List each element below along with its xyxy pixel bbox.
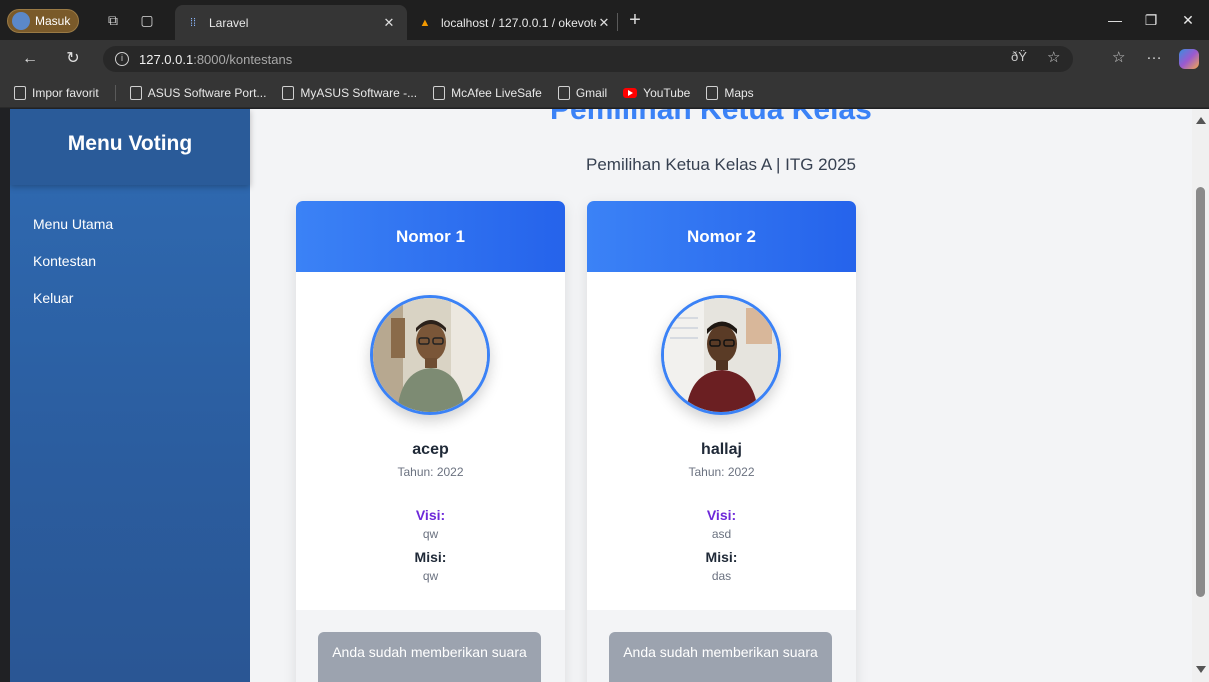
candidate-number: Nomor 1 xyxy=(296,201,565,272)
candidate-name: acep xyxy=(412,441,449,458)
already-voted-button[interactable]: Anda sudah memberikan suara xyxy=(318,632,541,682)
tab-title: localhost / 127.0.0.1 / okevote112 xyxy=(441,15,596,30)
tab-actions-icon[interactable]: ▢ xyxy=(138,11,156,29)
minimize-button[interactable]: — xyxy=(1101,8,1129,32)
close-icon[interactable]: ✕ xyxy=(381,15,397,31)
sidebar-item-keluar[interactable]: Keluar xyxy=(10,288,250,325)
sidebar-item-menu-utama[interactable]: Menu Utama xyxy=(10,214,250,251)
youtube-icon xyxy=(623,87,638,98)
candidate-card: Nomor 1 acep Tahun: 2022 Visi: qw Misi: … xyxy=(296,201,565,682)
page-subtitle-text: Pemilihan Ketua Kelas A | ITG 2025 xyxy=(586,155,856,174)
visi-value: asd xyxy=(711,527,732,541)
translate-icon[interactable]: ðŸ xyxy=(1011,49,1027,64)
visi-label: Visi: xyxy=(706,507,737,523)
candidate-photo xyxy=(661,295,781,415)
bookmarks-bar: Impor favorit ASUS Software Port... MyAS… xyxy=(0,78,1209,108)
address-bar-row: ← ↻ i 127.0.0.1 :8000/kontestans ðŸ ☆ ☆ … xyxy=(0,40,1209,78)
bookmark-label: Maps xyxy=(724,85,754,100)
copilot-icon[interactable] xyxy=(1179,49,1199,69)
page-icon xyxy=(129,85,142,100)
sidebar-item-kontestan[interactable]: Kontestan xyxy=(10,251,250,288)
profile-button[interactable]: Masuk xyxy=(7,9,80,33)
bookmark-impor-favorit[interactable]: Impor favorit xyxy=(14,85,99,100)
profile-label: Masuk xyxy=(35,14,71,28)
card-footer: Anda sudah memberikan suara xyxy=(587,610,856,682)
tab-divider xyxy=(617,13,618,31)
misi-value: das xyxy=(711,569,732,583)
bookmark-label: Gmail xyxy=(575,85,608,100)
candidate-name: hallaj xyxy=(701,441,742,458)
bookmark-gmail[interactable]: Gmail xyxy=(557,85,608,100)
page-icon xyxy=(433,85,446,100)
candidate-year: Tahun: 2022 xyxy=(397,465,464,479)
page-viewport: Menu Voting Menu Utama Kontestan Keluar … xyxy=(10,109,1192,682)
page-icon xyxy=(706,85,719,100)
candidate-number: Nomor 2 xyxy=(587,201,856,272)
scrollbar-thumb[interactable] xyxy=(1196,187,1205,597)
bookmark-maps[interactable]: Maps xyxy=(706,85,754,100)
laravel-icon: ⁞⁞ xyxy=(189,16,197,29)
close-window-button[interactable]: ✕ xyxy=(1174,8,1202,32)
visi-value: qw xyxy=(422,527,439,541)
back-button[interactable]: ← xyxy=(20,49,40,69)
misi-label: Misi: xyxy=(705,549,738,565)
bookmark-myasus[interactable]: MyASUS Software -... xyxy=(282,85,418,100)
bookmark-label: MyASUS Software -... xyxy=(300,85,418,100)
favorites-icon[interactable]: ☆ xyxy=(1112,48,1125,66)
bookmark-asus-software[interactable]: ASUS Software Port... xyxy=(129,85,267,100)
bookmark-divider xyxy=(114,84,116,101)
bookmark-label: ASUS Software Port... xyxy=(147,85,267,100)
sidebar-nav: Menu Utama Kontestan Keluar xyxy=(10,185,250,325)
avatar-icon xyxy=(12,12,30,30)
page-title: Pemilihan Ketua Kelas xyxy=(550,109,872,126)
url-bar[interactable]: i 127.0.0.1 :8000/kontestans xyxy=(103,46,1073,72)
refresh-button[interactable]: ↻ xyxy=(63,49,83,69)
url-path: :8000/kontestans xyxy=(193,51,293,67)
tab-phpmyadmin[interactable]: ▲ localhost / 127.0.0.1 / okevote112 ✕ xyxy=(407,5,622,40)
candidate-year: Tahun: 2022 xyxy=(688,465,755,479)
already-voted-button[interactable]: Anda sudah memberikan suara xyxy=(609,632,832,682)
phpmyadmin-icon: ▲ xyxy=(419,16,431,29)
misi-value: qw xyxy=(422,569,439,583)
page-icon xyxy=(557,85,570,100)
scroll-down-icon[interactable] xyxy=(1196,666,1206,673)
misi-label: Misi: xyxy=(414,549,447,565)
sidebar-title: Menu Voting xyxy=(10,109,250,185)
url-host: 127.0.0.1 xyxy=(139,51,194,67)
page-subtitle: Pemilihan Ketua Kelas A | ITG 2025 xyxy=(250,155,1192,175)
new-tab-button[interactable]: + xyxy=(624,10,646,32)
main-content: Pemilihan Ketua Kelas Pemilihan Ketua Ke… xyxy=(250,109,1192,682)
bookmark-label: McAfee LiveSafe xyxy=(451,85,542,100)
more-options-icon[interactable]: … xyxy=(1146,46,1162,64)
tab-title: Laravel xyxy=(209,15,249,30)
sidebar: Menu Voting Menu Utama Kontestan Keluar xyxy=(10,109,250,682)
bookmark-label: Impor favorit xyxy=(32,85,99,100)
bookmark-mcafee[interactable]: McAfee LiveSafe xyxy=(433,85,542,100)
bookmark-label: YouTube xyxy=(643,85,691,100)
page-scrollbar[interactable] xyxy=(1192,109,1209,682)
candidate-photo xyxy=(370,295,490,415)
restore-button[interactable]: ❐ xyxy=(1137,8,1165,32)
candidate-card: Nomor 2 hallaj Tahun: 2022 Visi: asd Mis… xyxy=(587,201,856,682)
bookmark-youtube[interactable]: YouTube xyxy=(623,86,690,100)
favorite-star-icon[interactable]: ☆ xyxy=(1047,48,1060,66)
close-icon[interactable]: ✕ xyxy=(596,15,612,31)
scroll-up-icon[interactable] xyxy=(1196,117,1206,124)
import-icon xyxy=(14,85,26,100)
browser-titlebar: Masuk ⧉ ▢ ⁞⁞ Laravel ✕ ▲ localhost / 127… xyxy=(0,0,1209,40)
workspaces-icon[interactable]: ⧉ xyxy=(104,11,122,29)
tab-laravel[interactable]: ⁞⁞ Laravel ✕ xyxy=(175,5,407,40)
visi-label: Visi: xyxy=(415,507,446,523)
card-footer: Anda sudah memberikan suara xyxy=(296,610,565,682)
site-info-icon[interactable]: i xyxy=(115,52,129,66)
page-icon xyxy=(282,85,295,100)
